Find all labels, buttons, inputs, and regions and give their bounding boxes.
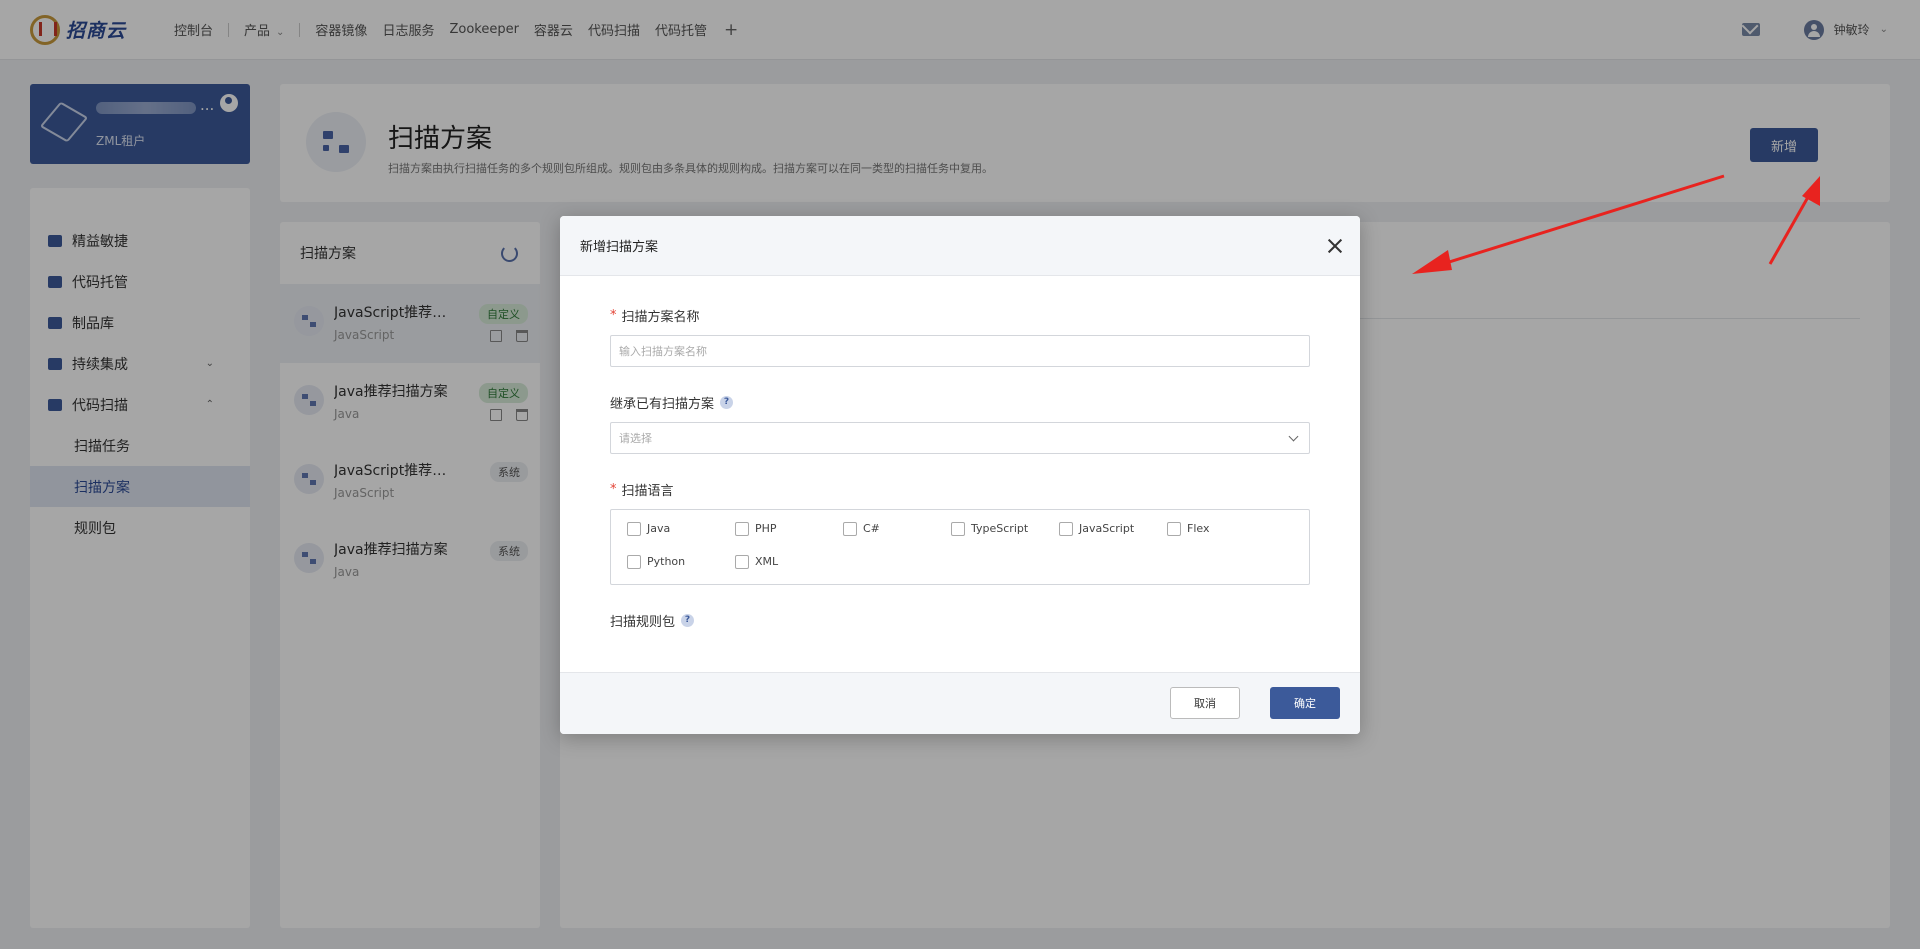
dialog-title: 新增扫描方案 — [580, 240, 659, 255]
add-scan-plan-dialog: 新增扫描方案 * 扫描方案名称 继承已有扫描方案 ? 请选择 * 扫描语言 — [560, 216, 1360, 734]
language-option-label: JavaScript — [1079, 522, 1135, 535]
cancel-button[interactable]: 取消 — [1170, 687, 1240, 719]
dialog-body: * 扫描方案名称 继承已有扫描方案 ? 请选择 * 扫描语言 Java PHP — [560, 276, 1360, 674]
rule-pack-label-text: 扫描规则包 — [610, 615, 676, 630]
language-option-label: C# — [863, 522, 880, 535]
language-option-flex[interactable]: Flex — [1167, 522, 1275, 555]
language-option-xml[interactable]: XML — [735, 555, 843, 588]
language-option-java[interactable]: Java — [627, 522, 735, 555]
language-option-csharp[interactable]: C# — [843, 522, 951, 555]
language-option-label: Python — [647, 555, 686, 568]
checkbox[interactable] — [627, 522, 641, 536]
inherit-plan-label: 继承已有扫描方案 ? — [610, 393, 1310, 412]
checkbox[interactable] — [951, 522, 965, 536]
plan-name-label-text: 扫描方案名称 — [621, 310, 700, 325]
scan-language-label: * 扫描语言 — [610, 480, 1310, 499]
confirm-button[interactable]: 确定 — [1270, 687, 1340, 719]
required-mark: * — [610, 308, 617, 323]
required-mark: * — [610, 482, 617, 497]
checkbox[interactable] — [735, 555, 749, 569]
checkbox[interactable] — [627, 555, 641, 569]
close-icon[interactable] — [1326, 237, 1344, 255]
checkbox[interactable] — [1059, 522, 1073, 536]
rule-pack-field: 扫描规则包 ? — [610, 611, 1310, 630]
language-option-python[interactable]: Python — [627, 555, 735, 588]
plan-name-label: * 扫描方案名称 — [610, 306, 1310, 325]
dialog-footer: 取消 确定 — [560, 672, 1360, 734]
help-icon[interactable]: ? — [681, 614, 695, 627]
plan-name-field: * 扫描方案名称 — [610, 306, 1310, 367]
inherit-plan-label-text: 继承已有扫描方案 — [610, 397, 715, 412]
inherit-plan-field: 继承已有扫描方案 ? 请选择 — [610, 393, 1310, 454]
language-option-label: PHP — [755, 522, 777, 535]
scan-language-field: * 扫描语言 Java PHP C# TypeScript JavaScript… — [610, 480, 1310, 585]
language-option-label: Flex — [1187, 522, 1210, 535]
language-option-label: Java — [647, 522, 671, 535]
dialog-header: 新增扫描方案 — [560, 216, 1360, 276]
inherit-plan-placeholder: 请选择 — [619, 432, 652, 445]
chevron-down-icon — [1288, 431, 1299, 441]
help-icon[interactable]: ? — [720, 396, 734, 409]
language-option-javascript[interactable]: JavaScript — [1059, 522, 1167, 555]
language-option-label: XML — [755, 555, 779, 568]
language-option-label: TypeScript — [971, 522, 1029, 535]
scan-language-label-text: 扫描语言 — [621, 484, 674, 499]
language-option-php[interactable]: PHP — [735, 522, 843, 555]
plan-name-input[interactable] — [610, 335, 1310, 367]
language-option-typescript[interactable]: TypeScript — [951, 522, 1059, 555]
checkbox[interactable] — [843, 522, 857, 536]
inherit-plan-select[interactable]: 请选择 — [610, 422, 1310, 454]
checkbox[interactable] — [1167, 522, 1181, 536]
language-checkbox-group: Java PHP C# TypeScript JavaScript Flex P… — [610, 509, 1310, 585]
checkbox[interactable] — [735, 522, 749, 536]
rule-pack-label: 扫描规则包 ? — [610, 611, 1310, 630]
